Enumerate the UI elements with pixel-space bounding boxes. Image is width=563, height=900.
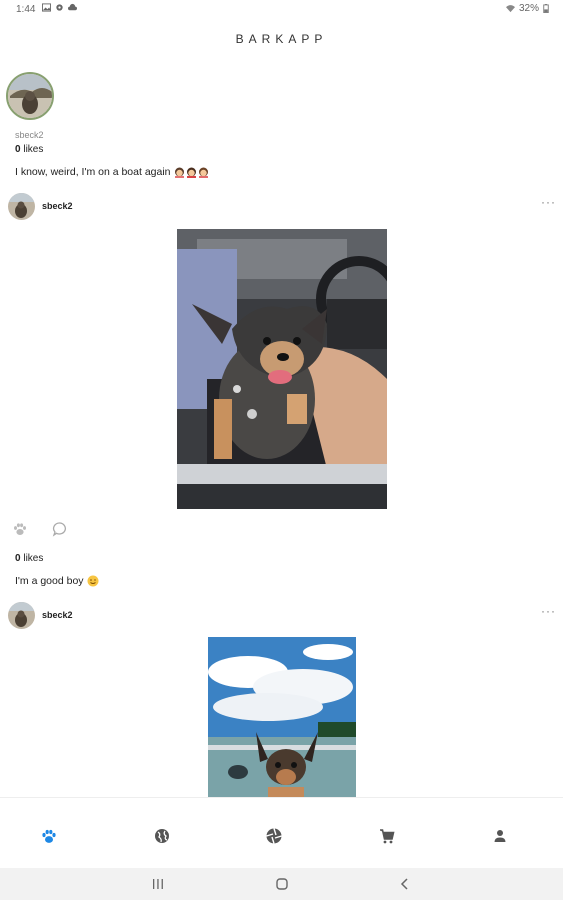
battery-icon (543, 4, 549, 13)
avatar-photo (8, 193, 35, 220)
likes-count: 0 (15, 553, 21, 564)
dog-on-boat-photo (208, 637, 356, 797)
battery-level: 32% (518, 3, 539, 14)
profile-avatar[interactable] (6, 72, 54, 120)
person-icon[interactable] (491, 827, 509, 845)
dog-in-car-photo (177, 229, 387, 509)
post1-caption: I'm a good boy (15, 575, 99, 587)
post-header: sbeck2 ··· (8, 602, 556, 630)
back-icon[interactable] (398, 877, 412, 891)
wifi-icon (505, 5, 515, 13)
gallery-icon (42, 3, 51, 12)
app-title: BARKAPP (235, 32, 328, 46)
screen: 1:44 32% BARKAPP sbeck2 0 likes I know, … (0, 0, 563, 900)
cloud-icon (68, 3, 77, 11)
top-post-likes: 0 likes (15, 144, 43, 155)
recents-icon[interactable] (151, 877, 165, 891)
bottom-nav (0, 797, 563, 868)
status-right: 32% (505, 3, 549, 14)
emoji-icon (174, 167, 209, 178)
smile-emoji-icon (87, 575, 99, 587)
post1-likes: 0 likes (15, 553, 43, 564)
post-image[interactable] (208, 637, 356, 797)
status-notification-icons (42, 3, 77, 12)
post-avatar[interactable] (8, 193, 35, 220)
post-image[interactable] (177, 229, 387, 509)
likes-label: likes (23, 144, 44, 155)
profile-username[interactable]: sbeck2 (15, 130, 44, 140)
cart-icon[interactable] (378, 827, 396, 845)
person-emoji-icon (186, 167, 196, 178)
avatar-photo (8, 602, 35, 629)
likes-count: 0 (15, 144, 21, 155)
settings-icon (56, 4, 63, 11)
status-time: 1:44 (16, 4, 36, 15)
more-options-button[interactable]: ··· (541, 195, 556, 209)
post-username[interactable]: sbeck2 (42, 610, 73, 620)
system-nav-bar (0, 868, 563, 900)
top-post-caption: I know, weird, I'm on a boat again (15, 166, 209, 178)
likes-label: likes (23, 553, 44, 564)
post-username[interactable]: sbeck2 (42, 201, 73, 211)
avatar-photo (8, 74, 52, 118)
post-avatar[interactable] (8, 602, 35, 629)
paw-icon[interactable] (12, 521, 28, 537)
person-emoji-icon (198, 167, 208, 178)
caption-text: I'm a good boy (15, 575, 84, 587)
more-options-button[interactable]: ··· (541, 604, 556, 618)
caption-text: I know, weird, I'm on a boat again (15, 166, 171, 178)
globe-icon[interactable] (153, 827, 171, 845)
status-bar: 1:44 32% (0, 0, 563, 20)
comment-icon[interactable] (52, 521, 68, 537)
home-icon[interactable] (275, 877, 289, 891)
post-header: sbeck2 ··· (8, 193, 556, 221)
camera-aperture-icon[interactable] (265, 827, 283, 845)
paw-icon[interactable] (40, 827, 58, 845)
post-actions (12, 521, 68, 537)
person-emoji-icon (174, 167, 184, 178)
